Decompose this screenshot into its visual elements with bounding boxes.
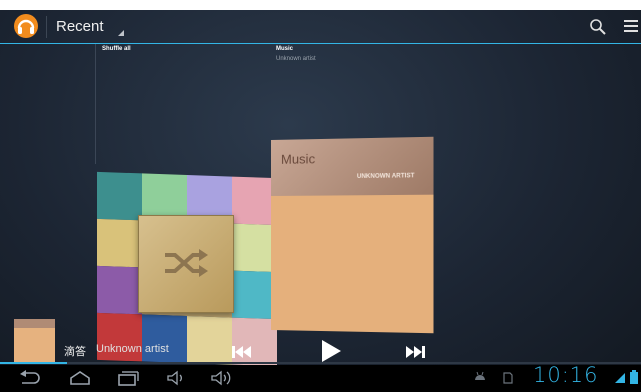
sd-card-icon [503, 372, 513, 384]
music-app-screen: Recent Shuffle all Music Unknown artist [0, 10, 641, 392]
wifi-icon [615, 373, 625, 383]
skip-previous-icon[interactable] [232, 345, 252, 359]
status-clock: 10:16 [533, 363, 599, 387]
grid-divider [95, 44, 96, 164]
music-album-label[interactable]: Music [276, 46, 293, 52]
view-title[interactable]: Recent [56, 18, 104, 35]
now-playing-song[interactable]: 滴答 [64, 343, 86, 359]
title-separator [46, 16, 47, 38]
shuffle-all-label[interactable]: Shuffle all [102, 46, 131, 52]
album-card-artist: UNKNOWN ARTIST [356, 173, 415, 181]
now-playing-artist[interactable]: Unknown artist [96, 343, 169, 355]
overflow-menu-icon[interactable] [624, 20, 638, 34]
play-icon[interactable] [320, 339, 342, 363]
action-bar: Recent [0, 10, 641, 44]
now-playing-album-art[interactable] [14, 319, 55, 362]
volume-up-icon[interactable] [210, 370, 234, 386]
usb-debug-icon [475, 371, 485, 380]
album-card-music[interactable]: Music UNKNOWN ARTIST [271, 136, 434, 334]
headphones-icon[interactable] [13, 13, 39, 39]
shuffle-all-card[interactable] [138, 215, 234, 313]
now-playing-bar[interactable]: 滴答 Unknown artist [0, 313, 641, 365]
skip-next-icon[interactable] [405, 345, 425, 359]
system-navigation-bar: 10:16 [0, 363, 641, 392]
dropdown-indicator-icon[interactable] [118, 30, 124, 36]
volume-down-icon[interactable] [166, 370, 186, 386]
home-icon[interactable] [68, 370, 92, 386]
action-bar-divider [0, 43, 641, 44]
album-card-header: Music UNKNOWN ARTIST [271, 136, 434, 196]
music-album-artist: Unknown artist [276, 56, 316, 62]
back-icon[interactable] [18, 370, 42, 386]
shuffle-icon [165, 249, 208, 277]
album-card-title: Music [280, 151, 316, 167]
playback-progress-fill [0, 362, 68, 364]
recents-icon[interactable] [116, 370, 140, 386]
battery-icon [630, 370, 638, 384]
search-icon[interactable] [588, 17, 608, 37]
